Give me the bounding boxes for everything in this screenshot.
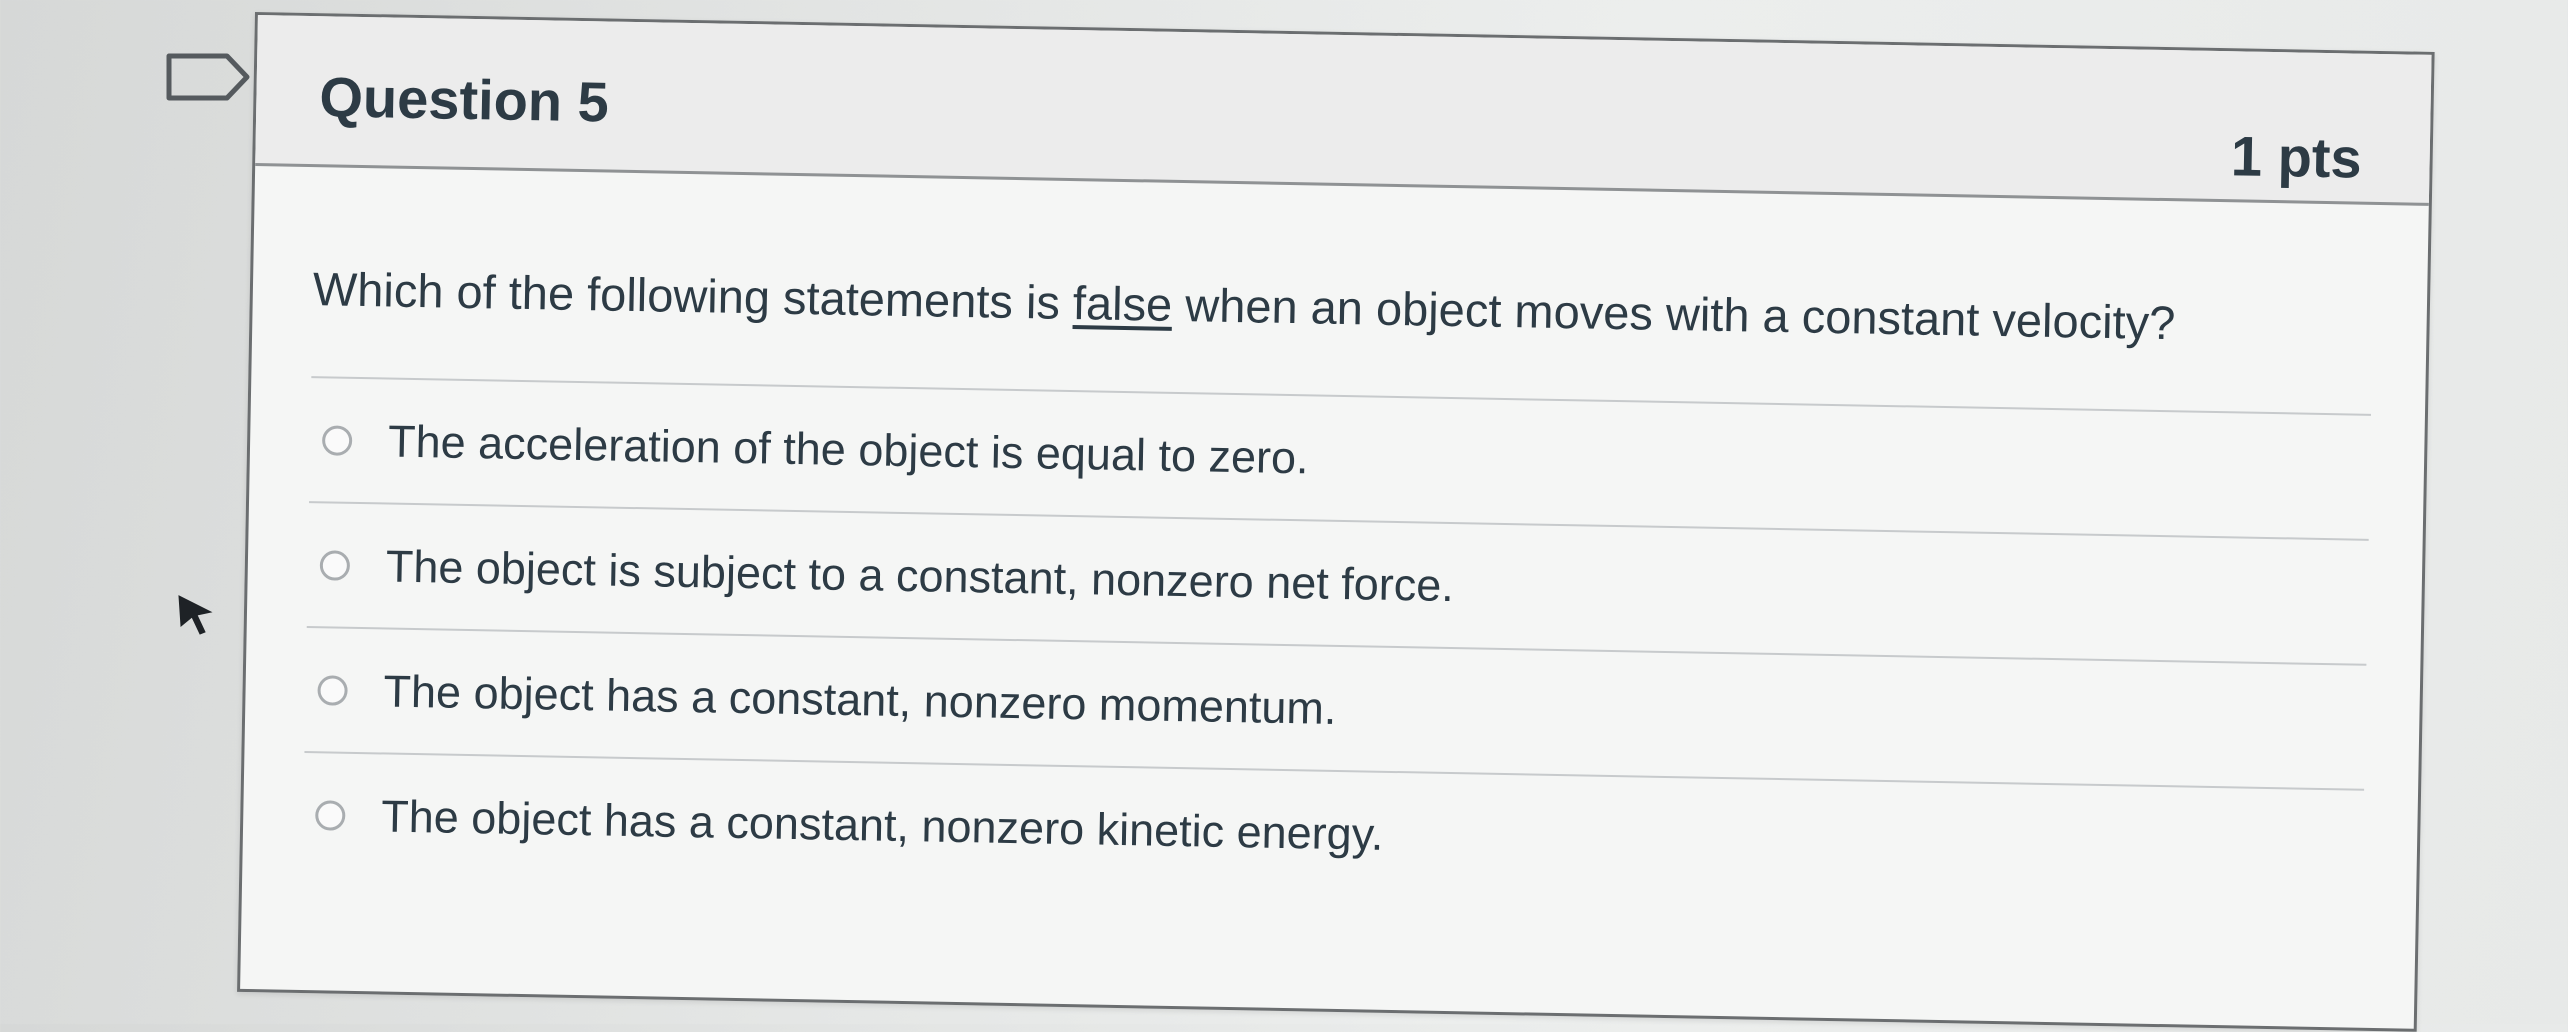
answer-list: The acceleration of the object is equal … bbox=[302, 376, 2371, 914]
question-title: Question 5 bbox=[318, 65, 610, 134]
mouse-pointer-icon bbox=[178, 595, 213, 635]
question-points: 1 pts bbox=[2230, 124, 2363, 190]
radio-button[interactable] bbox=[315, 799, 346, 831]
question-text-end: when an object moves with a constant vel… bbox=[1171, 277, 2176, 350]
radio-button[interactable] bbox=[319, 549, 351, 581]
flag-question-icon[interactable] bbox=[165, 52, 251, 102]
radio-button[interactable] bbox=[321, 424, 353, 456]
question-text: Which of the following statements is fal… bbox=[312, 261, 2175, 350]
question-card: Question 5 1 pts Which of the following … bbox=[237, 12, 2435, 1032]
question-emphasis: false bbox=[1072, 276, 1173, 331]
question-text-start: Which of the following statements is bbox=[312, 262, 1074, 330]
answer-label[interactable]: The object has a constant, nonzero momen… bbox=[383, 665, 1337, 734]
answer-label[interactable]: The object has a constant, nonzero kinet… bbox=[381, 790, 1384, 860]
radio-button[interactable] bbox=[317, 674, 348, 706]
answer-label[interactable]: The acceleration of the object is equal … bbox=[388, 415, 1309, 484]
question-header: Question 5 1 pts bbox=[255, 15, 2432, 206]
answer-label[interactable]: The object is subject to a constant, non… bbox=[385, 540, 1454, 612]
